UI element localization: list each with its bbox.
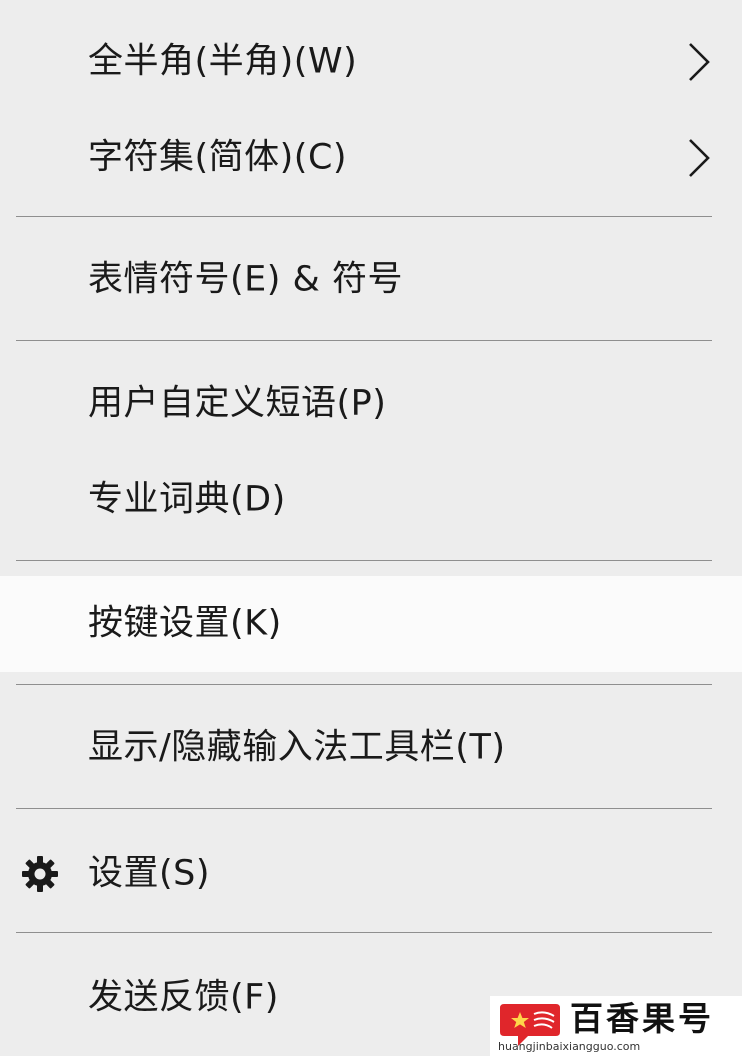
watermark-name: 百香果号 — [570, 999, 714, 1038]
menu-item-label: 设置(S) — [88, 853, 211, 894]
menu-separator — [16, 216, 712, 217]
gear-icon — [22, 856, 58, 892]
menu-item-label: 发送反馈(F) — [88, 977, 279, 1018]
menu-separator — [16, 684, 712, 685]
menu-item-charset[interactable]: 字符集(简体)(C) — [0, 110, 742, 206]
menu-item-emoji-symbols[interactable]: 表情符号(E) & 符号 — [0, 232, 742, 328]
menu-item-label: 全半角(半角)(W) — [88, 41, 358, 82]
menu-item-label: 专业词典(D) — [88, 479, 286, 520]
menu-item-full-half-width[interactable]: 全半角(半角)(W) — [0, 14, 742, 110]
menu-item-dictionary[interactable]: 专业词典(D) — [0, 452, 742, 548]
menu-separator — [16, 808, 712, 809]
context-menu: 全半角(半角)(W) 字符集(简体)(C) 表情符号(E) & 符号 用户自定义… — [0, 0, 742, 1056]
watermark-url: huangjinbaixiangguo.com — [498, 1040, 641, 1053]
menu-separator — [16, 340, 712, 341]
menu-item-user-phrases[interactable]: 用户自定义短语(P) — [0, 356, 742, 452]
menu-item-label: 显示/隐藏输入法工具栏(T) — [88, 727, 506, 768]
menu-separator — [16, 560, 712, 561]
menu-item-label: 按键设置(K) — [88, 603, 282, 644]
chevron-right-icon — [689, 139, 710, 177]
menu-item-label: 用户自定义短语(P) — [88, 383, 387, 424]
watermark: 百香果号 huangjinbaixiangguo.com — [490, 996, 742, 1056]
menu-separator — [16, 932, 712, 933]
menu-item-label: 字符集(简体)(C) — [88, 137, 348, 178]
chevron-right-icon — [689, 43, 710, 81]
menu-item-key-settings[interactable]: 按键设置(K) — [0, 576, 742, 672]
menu-item-toggle-toolbar[interactable]: 显示/隐藏输入法工具栏(T) — [0, 700, 742, 796]
menu-item-label: 表情符号(E) & 符号 — [88, 259, 403, 300]
menu-item-settings[interactable]: 设置(S) — [0, 826, 742, 922]
